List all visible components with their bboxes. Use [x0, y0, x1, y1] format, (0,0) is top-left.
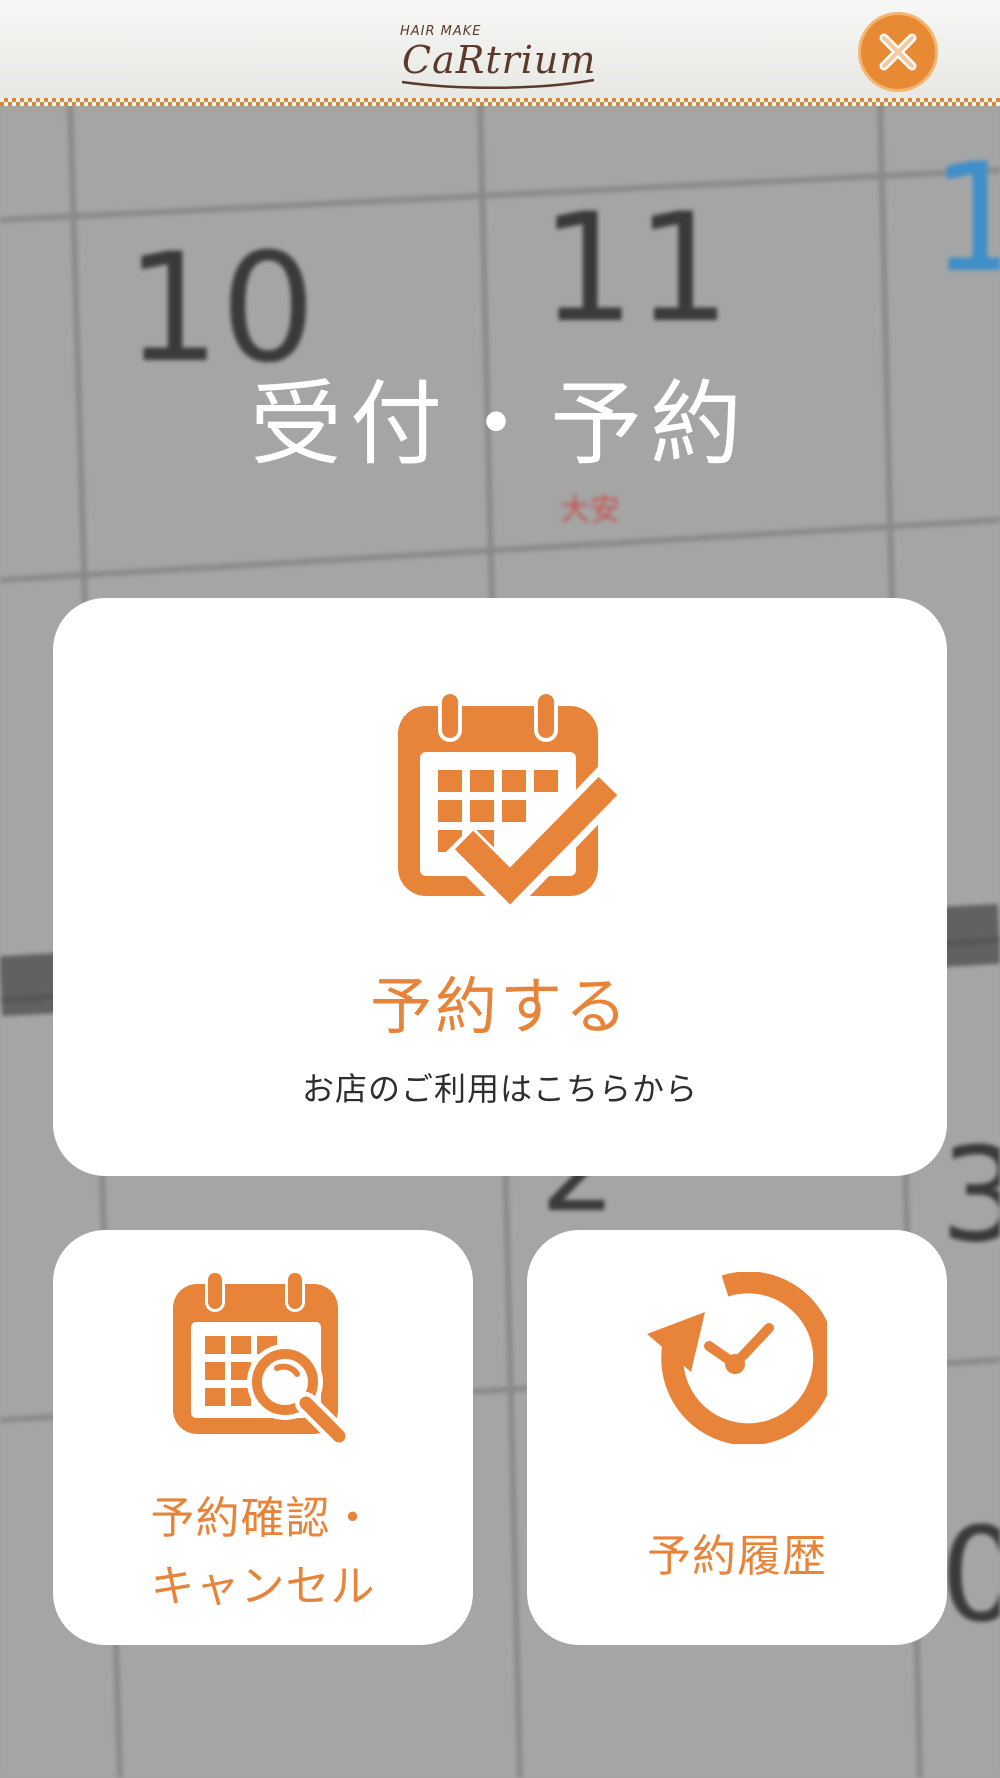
svg-text:3: 3 — [940, 1119, 1000, 1271]
salon-logo: HAIR MAKE CaRtrium — [398, 24, 604, 90]
svg-text:大安: 大安 — [560, 493, 620, 528]
reserve-label: 予約する — [369, 970, 630, 1043]
calendar-check-icon — [398, 690, 618, 914]
app-header: HAIR MAKE CaRtrium — [0, 0, 1000, 106]
reserve-card[interactable]: 予約する お店のご利用はこちらから — [53, 598, 947, 1176]
svg-text:11: 11 — [540, 182, 731, 356]
close-button[interactable] — [858, 12, 938, 92]
history-card[interactable]: 予約履歴 — [527, 1230, 947, 1645]
logo-swash — [401, 78, 595, 89]
svg-text:1: 1 — [930, 132, 1000, 306]
logo-small-text: HAIR MAKE — [400, 24, 482, 39]
calendar-search-icon — [173, 1270, 352, 1445]
reserve-subtext: お店のご利用はこちらから — [301, 1070, 698, 1108]
history-clock-icon — [647, 1272, 827, 1444]
close-icon — [879, 33, 917, 71]
check-cancel-label-line2: キャンセル — [150, 1561, 376, 1612]
check-cancel-card[interactable]: 予約確認・ キャンセル — [53, 1230, 473, 1645]
header-border-stripe — [0, 98, 1000, 106]
page-title: 受付・予約 — [249, 371, 750, 478]
svg-text:0: 0 — [940, 1499, 1000, 1651]
history-label: 予約履歴 — [647, 1531, 827, 1582]
check-cancel-label: 予約確認・ キャンセル — [53, 1485, 473, 1621]
check-cancel-label-line1: 予約確認・ — [150, 1493, 376, 1544]
